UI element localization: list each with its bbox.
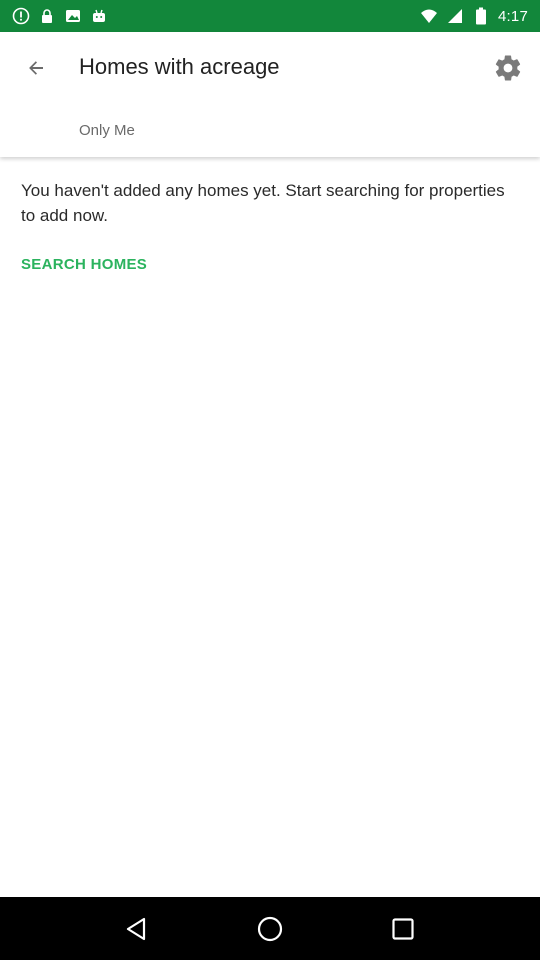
gear-icon: [495, 55, 521, 81]
alert-icon: [12, 7, 30, 25]
home-circle-icon: [257, 916, 283, 941]
page-subtitle: Only Me: [79, 122, 135, 139]
system-nav-bar: [0, 897, 540, 960]
app-bar: Homes with acreage Only Me: [0, 32, 540, 157]
signal-icon: [446, 7, 464, 25]
status-time: 4:17: [498, 7, 528, 25]
main-content: You haven't added any homes yet. Start s…: [21, 178, 521, 274]
back-triangle-icon: [126, 917, 145, 940]
status-left-icons: [12, 7, 108, 25]
status-bar: 4:17: [0, 0, 540, 32]
battery-icon: [472, 7, 490, 25]
recents-square-icon: [392, 917, 414, 940]
wifi-icon: [420, 7, 438, 25]
nav-recents-button[interactable]: [383, 909, 423, 949]
settings-button[interactable]: [490, 50, 526, 86]
image-icon: [64, 7, 82, 25]
lock-icon: [38, 7, 56, 25]
empty-state-message: You haven't added any homes yet. Start s…: [21, 181, 505, 225]
page-title: Homes with acreage: [79, 54, 280, 79]
android-icon: [90, 7, 108, 25]
nav-back-button[interactable]: [117, 909, 157, 949]
arrow-left-icon: [29, 61, 43, 75]
status-right-icons: 4:17: [420, 7, 528, 25]
back-button[interactable]: [20, 52, 52, 84]
nav-home-button[interactable]: [250, 909, 290, 949]
search-homes-link[interactable]: SEARCH HOMES: [21, 256, 147, 273]
